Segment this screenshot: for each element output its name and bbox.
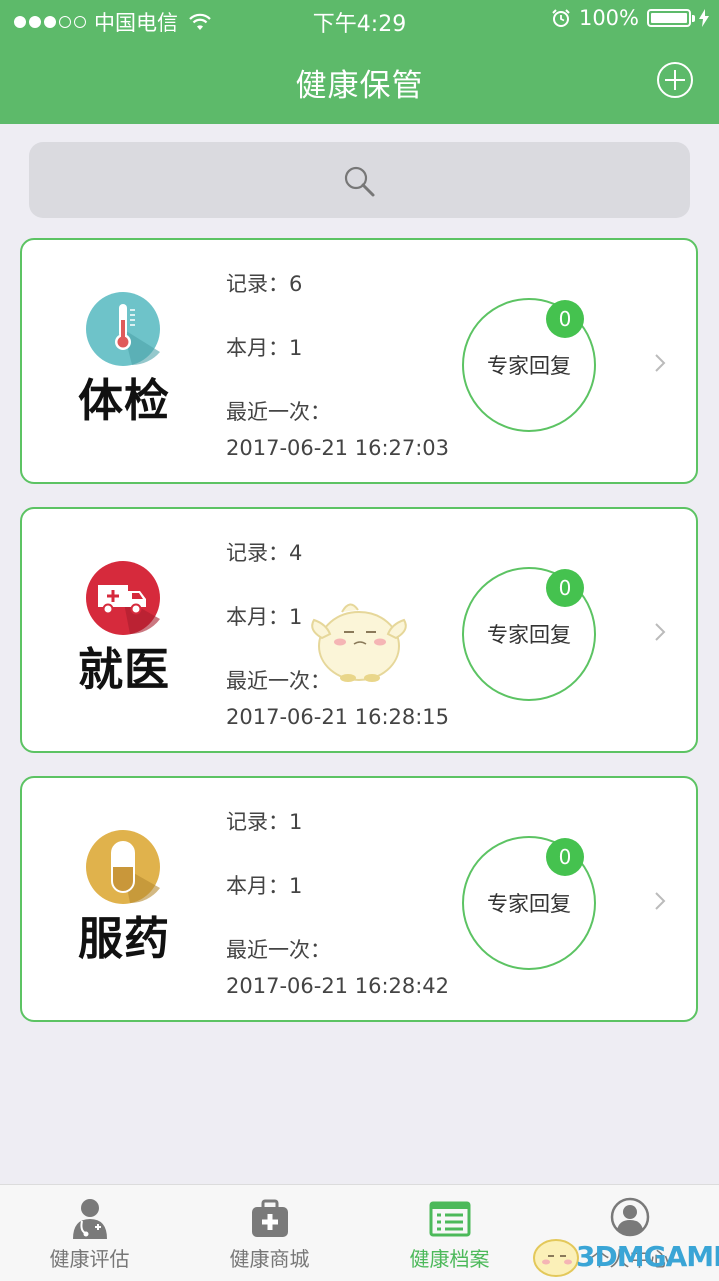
top-bar: 中国电信 下午4:29 100% 健康保管 <box>0 0 719 124</box>
reply-count-badge: 0 <box>546 838 584 876</box>
tab-label: 健康档案 <box>409 1247 490 1271</box>
category-title: 就医 <box>77 643 170 696</box>
records-icon <box>429 1201 471 1237</box>
latest-label: 最近一次： <box>226 938 331 962</box>
charging-icon <box>699 9 709 27</box>
plus-circle-icon[interactable] <box>656 61 694 99</box>
tab-health-assessment[interactable]: 健康评估 <box>0 1185 179 1281</box>
watermark-text: 3DMGAME <box>576 1240 719 1273</box>
category-title: 服药 <box>77 912 170 965</box>
mascot-sticker <box>311 603 407 682</box>
thermometer-icon <box>86 292 160 366</box>
battery-percent: 100% <box>578 6 639 30</box>
record-count: 记录：1 <box>226 810 303 834</box>
latest-time: 2017-06-21 16:27:03 <box>226 436 450 460</box>
tab-health-mall[interactable]: 健康商城 <box>180 1185 359 1281</box>
record-card-medication[interactable]: 服药 记录：1 本月：1 最近一次： 2017-06-21 16:28:42 专… <box>20 776 698 1022</box>
record-count: 记录：4 <box>226 541 303 565</box>
reply-count-badge: 0 <box>546 300 584 338</box>
chevron-right-icon[interactable] <box>654 891 666 911</box>
chevron-right-icon[interactable] <box>654 622 666 642</box>
tab-label: 健康商城 <box>229 1247 310 1271</box>
tab-label: 健康评估 <box>49 1247 130 1271</box>
month-count: 本月：1 <box>226 874 303 898</box>
month-count: 本月：1 <box>226 336 303 360</box>
page-title: 健康保管 <box>295 68 424 104</box>
battery-icon <box>647 9 695 27</box>
latest-time: 2017-06-21 16:28:15 <box>226 705 450 729</box>
expert-reply-label: 专家回复 <box>487 354 571 378</box>
pill-icon <box>86 830 160 904</box>
expert-reply-label: 专家回复 <box>487 623 571 647</box>
record-count: 记录：6 <box>226 272 303 296</box>
medical-kit-icon <box>252 1199 288 1237</box>
category-title: 体检 <box>77 374 170 427</box>
chevron-right-icon[interactable] <box>654 353 666 373</box>
alarm-icon <box>552 9 570 27</box>
tab-health-records[interactable]: 健康档案 <box>360 1185 539 1281</box>
expert-reply-label: 专家回复 <box>487 892 571 916</box>
latest-time: 2017-06-21 16:28:42 <box>226 974 450 998</box>
search-icon[interactable] <box>342 164 376 198</box>
latest-label: 最近一次： <box>226 400 331 424</box>
reply-count-badge: 0 <box>546 569 584 607</box>
record-card-checkup[interactable]: 体检 记录：6 本月：1 最近一次： 2017-06-21 16:27:03 专… <box>20 238 698 484</box>
status-bar: 中国电信 下午4:29 100% <box>0 0 719 40</box>
month-count: 本月：1 <box>226 605 303 629</box>
ambulance-icon <box>86 561 160 635</box>
doctor-icon <box>73 1199 107 1239</box>
